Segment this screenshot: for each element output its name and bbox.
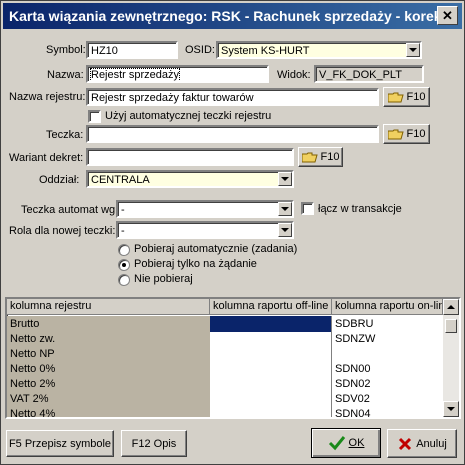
rola-select[interactable]: -: [116, 221, 294, 239]
teczka-f10-button[interactable]: F10: [383, 124, 430, 144]
dialog-window: Karta wiązania zewnętrznego: RSK - Rachu…: [0, 0, 465, 465]
grid-cell-online[interactable]: SDN00: [332, 361, 443, 377]
przepisz-symbole-button[interactable]: F5 Przepisz symbole: [6, 430, 114, 457]
auto-teczka-label: Użyj automatycznej teczki rejestru: [105, 110, 272, 122]
widok-label: Widok:: [277, 69, 311, 81]
widok-field: V_FK_DOK_PLT: [314, 65, 424, 83]
nazwa-field[interactable]: Rejestr sprzedaży: [86, 65, 269, 83]
osid-label: OSID:: [185, 44, 215, 56]
grid-cell-rejestr[interactable]: Netto 4%: [7, 406, 210, 417]
grid-header-online[interactable]: kolumna raportu on-line: [332, 299, 443, 315]
grid-cell-online[interactable]: SDN02: [332, 376, 443, 392]
title-bar: Karta wiązania zewnętrznego: RSK - Rachu…: [3, 3, 462, 29]
grid-cell-offline[interactable]: [210, 316, 332, 332]
cancel-x-icon: [399, 437, 412, 450]
grid-cell-rejestr[interactable]: VAT 2%: [7, 391, 210, 407]
radio-pobieraj-na-zadanie[interactable]: [118, 259, 130, 271]
chevron-down-icon[interactable]: [278, 223, 292, 237]
grid-cell-online[interactable]: SDNZW: [332, 331, 443, 347]
grid-scrollbar[interactable]: [443, 299, 459, 417]
check-icon: [328, 436, 345, 451]
teczka-automat-label: Teczka automat wg:: [21, 204, 119, 216]
close-button[interactable]: ✕: [437, 6, 458, 25]
grid-cell-online[interactable]: SDBRU: [332, 316, 443, 332]
auto-teczka-checkbox[interactable]: [88, 110, 101, 123]
folder-icon: [387, 129, 404, 139]
grid-cell-rejestr[interactable]: Brutto: [7, 316, 210, 332]
oddzial-select[interactable]: CENTRALA: [86, 170, 294, 188]
folder-icon: [301, 152, 318, 162]
lacz-checkbox[interactable]: [301, 202, 314, 215]
close-icon: ✕: [442, 7, 453, 23]
teczka-automat-select[interactable]: -: [116, 200, 294, 218]
grid-cell-offline[interactable]: [210, 331, 332, 347]
grid-cell-offline[interactable]: [210, 406, 332, 417]
radio-label-nie: Nie pobieraj: [134, 273, 193, 285]
grid-cell-rejestr[interactable]: Netto zw.: [7, 331, 210, 347]
chevron-down-icon[interactable]: [278, 202, 292, 216]
radio-pobieraj-auto[interactable]: [118, 244, 130, 256]
grid-cell-online[interactable]: [332, 346, 443, 362]
grid-cell-offline[interactable]: [210, 376, 332, 392]
teczka-field[interactable]: [86, 125, 379, 143]
scroll-thumb[interactable]: [445, 319, 457, 333]
osid-select[interactable]: System KS-HURT: [216, 41, 422, 59]
rola-label: Rola dla nowej teczki:: [9, 225, 116, 237]
nazwa-label: Nazwa:: [47, 69, 84, 81]
teczka-label: Teczka:: [46, 129, 84, 141]
oddzial-label: Oddział:: [39, 174, 80, 186]
grid-header-rejestr[interactable]: kolumna rejestru: [7, 299, 210, 315]
nazwa-rejestru-label: Nazwa rejestru:: [9, 91, 86, 103]
nazwa-rejestru-field[interactable]: Rejestr sprzedaży faktur towarów: [86, 88, 379, 106]
grid-cell-offline[interactable]: [210, 346, 332, 362]
opis-button[interactable]: F12 Opis: [121, 430, 187, 457]
grid-cell-rejestr[interactable]: Netto 0%: [7, 361, 210, 377]
folder-icon: [387, 92, 404, 102]
grid-cell-offline[interactable]: [210, 361, 332, 377]
grid-cell-rejestr[interactable]: Netto 2%: [7, 376, 210, 392]
chevron-down-icon[interactable]: [278, 172, 292, 186]
mapping-grid[interactable]: kolumna rejestru kolumna raportu off-lin…: [5, 297, 461, 419]
chevron-down-icon[interactable]: [406, 43, 420, 57]
grid-header-offline[interactable]: kolumna raportu off-line: [210, 299, 332, 315]
grid-cell-online[interactable]: SDN04: [332, 406, 443, 417]
ok-button[interactable]: OK: [311, 428, 381, 458]
grid-cell-rejestr[interactable]: Netto NP: [7, 346, 210, 362]
grid-cell-offline[interactable]: [210, 391, 332, 407]
scroll-up-icon[interactable]: [443, 299, 459, 315]
radio-label-auto: Pobieraj automatycznie (zadania): [134, 243, 298, 255]
lacz-label: łącz w transakcje: [318, 203, 402, 215]
radio-nie-pobieraj[interactable]: [118, 274, 130, 286]
symbol-label: Symbol:: [46, 44, 86, 56]
wariant-field[interactable]: [86, 148, 294, 166]
symbol-field[interactable]: HZ10: [86, 41, 178, 59]
wariant-label: Wariant dekret:: [9, 152, 84, 164]
nazwa-rejestru-f10-button[interactable]: F10: [383, 87, 430, 107]
scroll-down-icon[interactable]: [443, 401, 459, 417]
wariant-f10-button[interactable]: F10: [298, 147, 343, 167]
radio-label-na-zadanie: Pobieraj tylko na żądanie: [134, 258, 257, 270]
window-title: Karta wiązania zewnętrznego: RSK - Rachu…: [9, 8, 455, 24]
anuluj-button[interactable]: Anuluj: [387, 429, 457, 458]
grid-cell-online[interactable]: SDV02: [332, 391, 443, 407]
